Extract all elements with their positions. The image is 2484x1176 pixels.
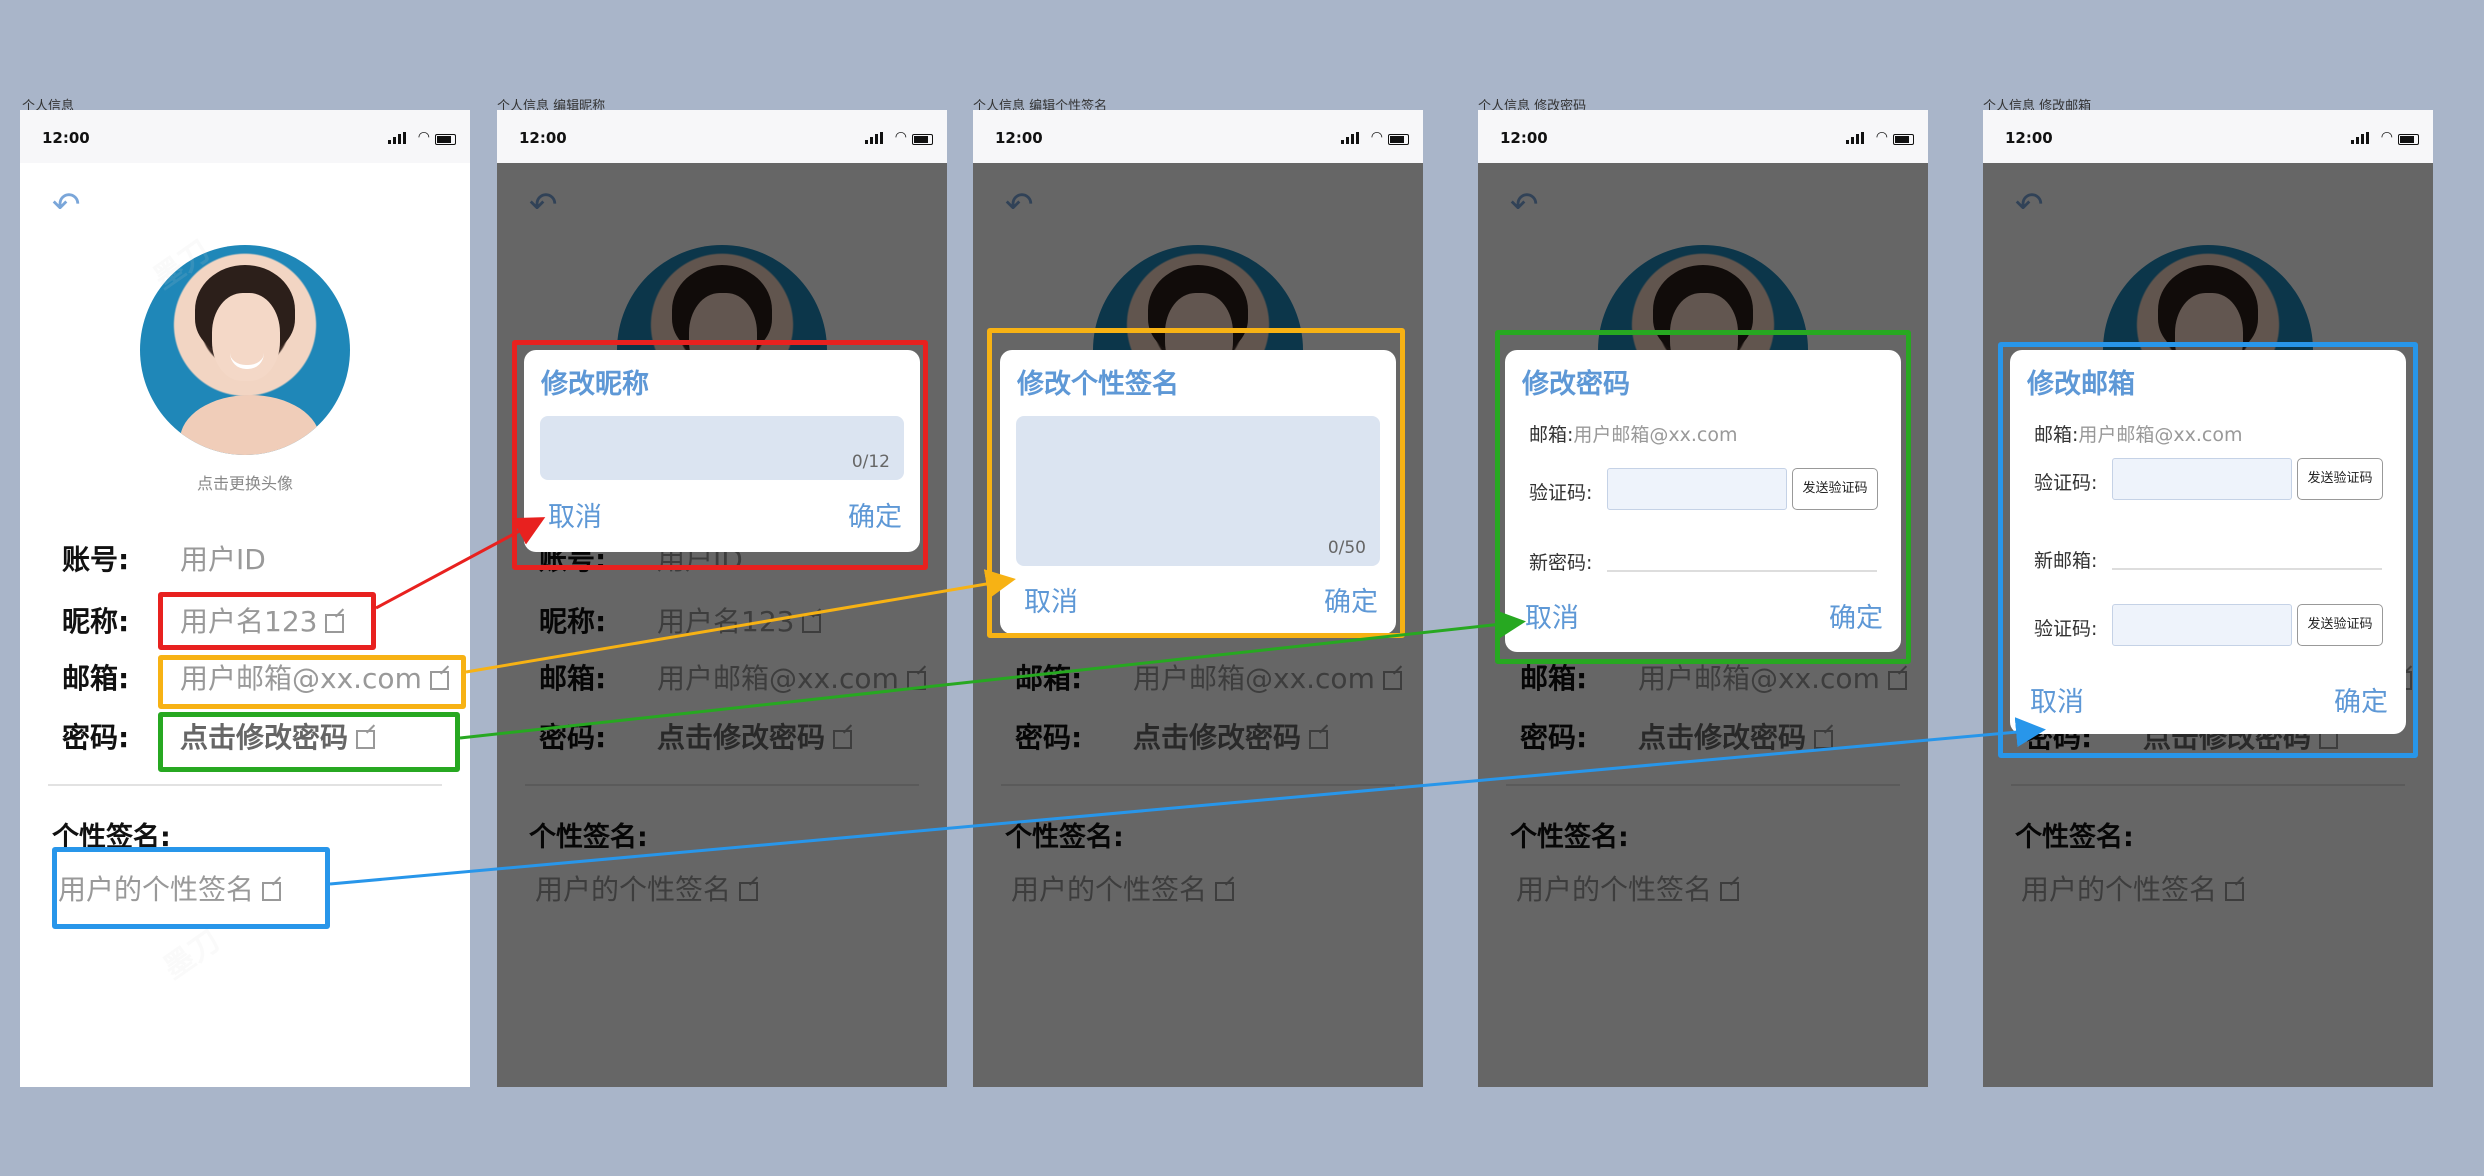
- flow-arrows: [329, 517, 2046, 886]
- arrow-signature: [329, 717, 2046, 886]
- arrow-password: [459, 609, 1526, 740]
- arrow-nickname: [375, 517, 546, 610]
- arrow-email: [465, 569, 1016, 674]
